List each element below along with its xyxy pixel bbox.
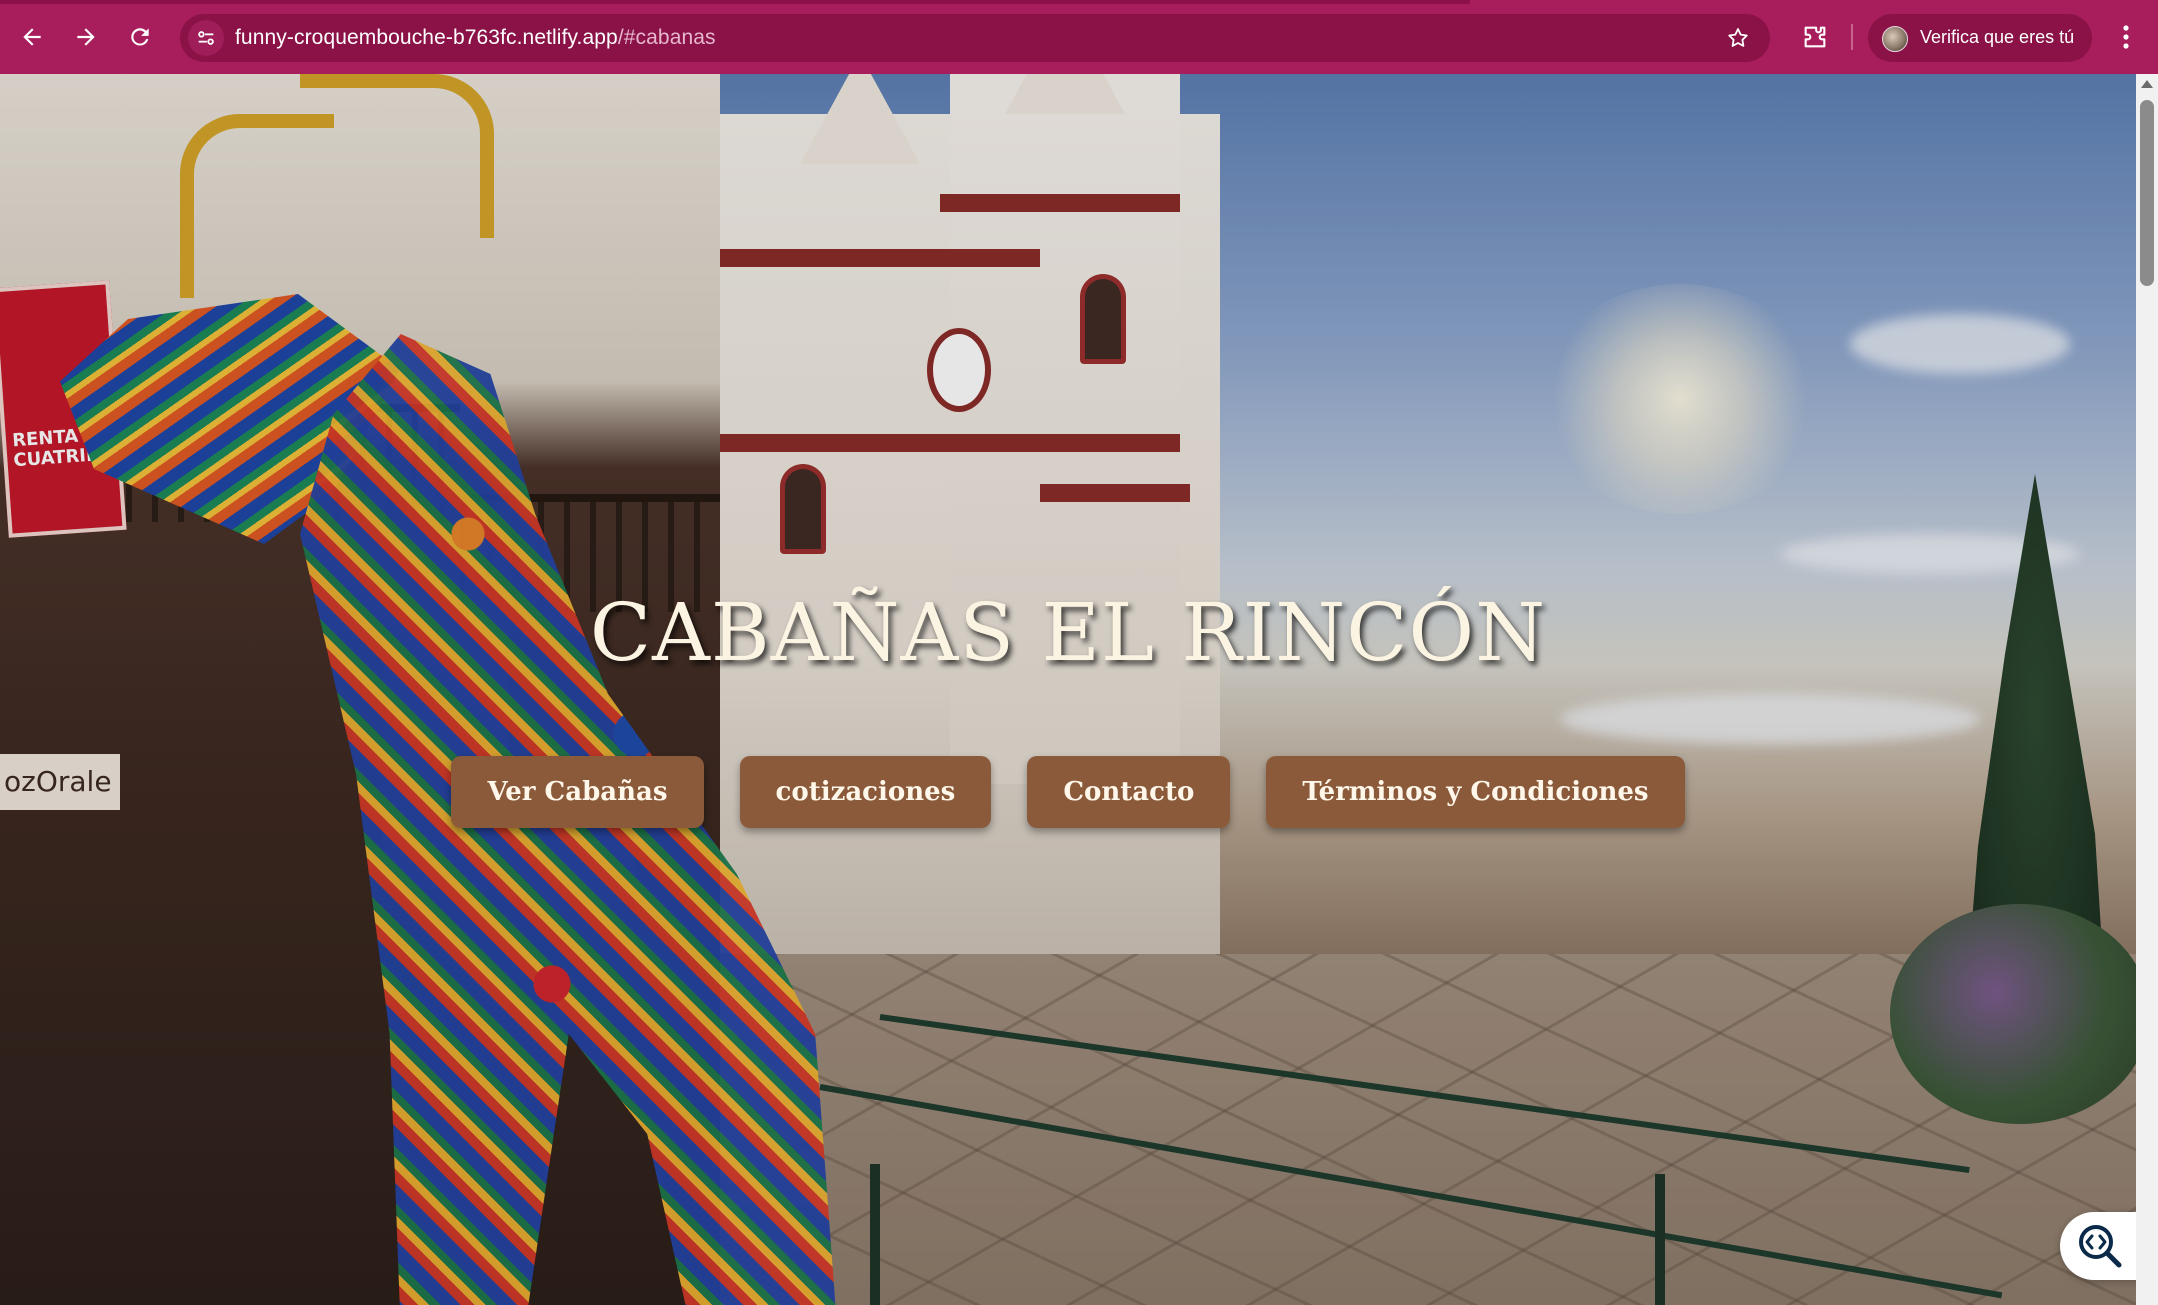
browser-toolbar: funny-croquembouche-b763fc.netlify.app/#… xyxy=(0,0,2158,74)
extensions-button[interactable] xyxy=(1795,17,1835,57)
toolbar-separator xyxy=(1851,24,1853,50)
extensions-icon xyxy=(1804,26,1826,48)
reload-button[interactable] xyxy=(120,17,160,57)
url-path: /#cabanas xyxy=(617,26,716,49)
back-button[interactable] xyxy=(12,17,52,57)
menu-dots-icon xyxy=(2123,25,2129,49)
hero-title: CABAÑAS EL RINCÓN xyxy=(589,586,1547,679)
hero-overlay xyxy=(0,74,2136,1305)
hero-nav: Ver Cabañas cotizaciones Contacto Términ… xyxy=(0,756,2136,828)
code-search-icon xyxy=(2079,1225,2122,1268)
browser-menu-button[interactable] xyxy=(2110,17,2142,57)
code-search-widget[interactable] xyxy=(2060,1212,2136,1280)
nav-ver-cabanas-button[interactable]: Ver Cabañas xyxy=(451,756,704,828)
scroll-thumb[interactable] xyxy=(2140,100,2154,286)
profile-label: Verifica que eres tú xyxy=(1920,27,2075,47)
bookmark-button[interactable] xyxy=(1720,20,1756,56)
tab-strip xyxy=(0,0,1470,4)
scroll-up-arrow[interactable] xyxy=(2141,80,2153,88)
url-host: funny-croquembouche-b763fc.netlify.app xyxy=(235,26,618,49)
site-info-button[interactable] xyxy=(188,20,224,56)
page-scrollbar[interactable] xyxy=(2136,74,2158,1305)
nav-terminos-button[interactable]: Términos y Condiciones xyxy=(1266,756,1685,828)
nav-contacto-button[interactable]: Contacto xyxy=(1027,756,1231,828)
nav-cotizaciones-button[interactable]: cotizaciones xyxy=(739,756,992,828)
forward-button[interactable] xyxy=(66,17,106,57)
page-viewport: RENTA DE CUATRIMOTOS ozOrale CABAÑAS EL … xyxy=(0,74,2136,1305)
site-info-icon xyxy=(198,31,214,45)
bookmark-star-icon xyxy=(1728,28,1748,47)
url-text[interactable]: funny-croquembouche-b763fc.netlify.app/#… xyxy=(235,26,716,50)
back-icon xyxy=(23,28,41,46)
reload-icon xyxy=(131,28,149,46)
avatar xyxy=(1882,26,1908,52)
forward-icon xyxy=(77,28,95,46)
address-bar[interactable]: funny-croquembouche-b763fc.netlify.app/#… xyxy=(180,14,1770,62)
profile-button[interactable]: Verifica que eres tú xyxy=(1868,14,2092,62)
